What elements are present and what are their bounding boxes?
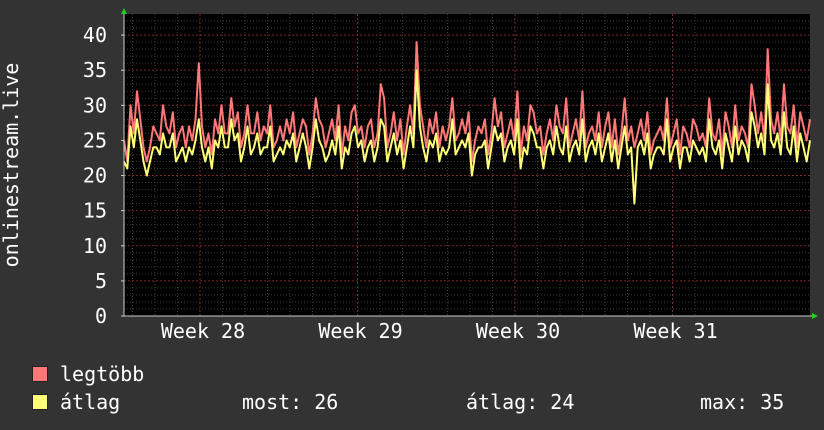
- plot-area: [124, 14, 810, 316]
- y-tick-label: 5: [95, 269, 107, 293]
- y-ticks: 0 5 10 15 20 25 30 35 40: [83, 23, 124, 328]
- x-tick-label: Week 28: [161, 319, 245, 343]
- legend-swatch-avg: [32, 394, 48, 410]
- y-tick-label: 25: [83, 128, 107, 152]
- y-tick-label: 30: [83, 93, 107, 117]
- y-axis-arrow-icon: [121, 8, 127, 14]
- y-tick-label: 20: [83, 164, 107, 188]
- stat-now: most: 26: [242, 390, 339, 414]
- x-axis-arrow-icon: [812, 313, 818, 319]
- stat-max: max: 35: [700, 390, 785, 414]
- stat-average: átlag: 24: [466, 390, 575, 414]
- legend-label-max: legtöbb: [60, 362, 145, 386]
- y-tick-label: 15: [83, 199, 107, 223]
- legend-label-avg: átlag: [60, 390, 121, 414]
- x-tick-label: Week 31: [633, 319, 717, 343]
- legend-item-avg: átlag: [32, 390, 121, 414]
- y-axis-label: onlinestream.live: [0, 63, 23, 268]
- x-tick-label: Week 29: [318, 319, 402, 343]
- y-tick-label: 10: [83, 234, 107, 258]
- x-tick-label: Week 30: [476, 319, 560, 343]
- legend-item-max: legtöbb: [32, 362, 145, 386]
- x-ticks: Week 28 Week 29 Week 30 Week 31: [161, 319, 718, 343]
- y-tick-label: 35: [83, 58, 107, 82]
- legend-swatch-max: [32, 366, 48, 382]
- y-tick-label: 0: [95, 304, 107, 328]
- y-tick-label: 40: [83, 23, 107, 47]
